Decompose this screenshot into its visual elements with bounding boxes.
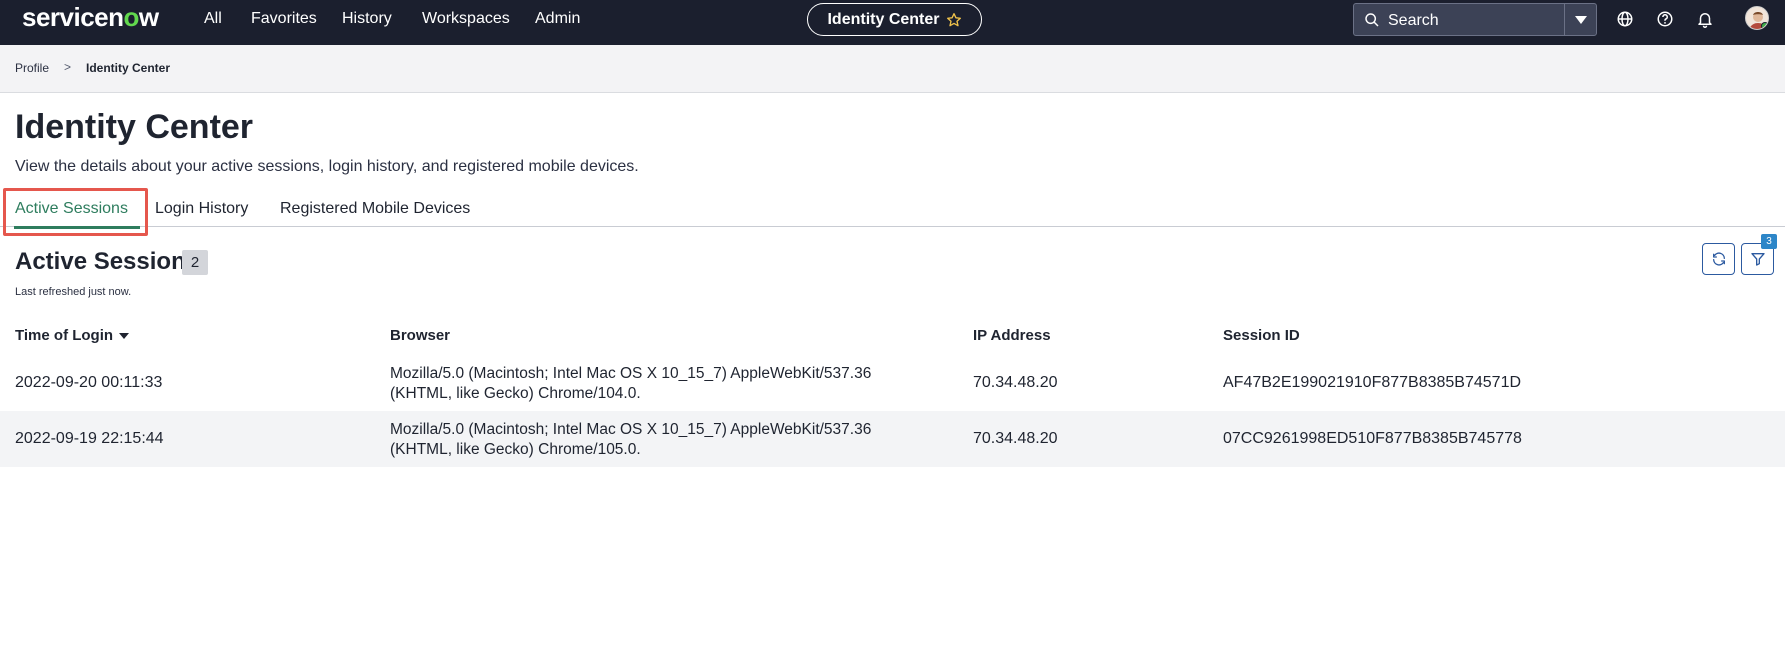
user-avatar[interactable] — [1745, 6, 1769, 30]
nav-admin[interactable]: Admin — [535, 10, 580, 28]
search-icon — [1365, 13, 1379, 27]
cell-time-of-login: 2022-09-20 00:11:33 — [15, 374, 163, 391]
session-count-badge: 2 — [182, 250, 208, 275]
browser-line-1: Mozilla/5.0 (Macintosh; Intel Mac OS X 1… — [390, 365, 872, 382]
nav-all[interactable]: All — [204, 10, 222, 28]
browser-line-2: (KHTML, like Gecko) Chrome/105.0. — [390, 441, 641, 458]
nav-favorites[interactable]: Favorites — [251, 10, 317, 28]
globe-icon[interactable] — [1616, 10, 1634, 28]
search-scope-dropdown[interactable] — [1564, 4, 1596, 35]
global-search[interactable]: Search — [1353, 3, 1597, 36]
nav-workspaces[interactable]: Workspaces — [422, 10, 510, 28]
page-title: Identity Center — [15, 108, 254, 146]
column-header-time-of-login[interactable]: Time of Login — [15, 327, 130, 344]
page-description: View the details about your active sessi… — [15, 158, 639, 175]
context-pill-label: Identity Center — [827, 10, 940, 28]
tab-divider — [0, 226, 1785, 227]
cell-time-of-login: 2022-09-19 22:15:44 — [15, 430, 164, 447]
chevron-down-icon — [1574, 15, 1587, 24]
cell-browser: Mozilla/5.0 (Macintosh; Intel Mac OS X 1… — [390, 364, 950, 404]
tab-focus-highlight — [3, 188, 148, 236]
cell-browser: Mozilla/5.0 (Macintosh; Intel Mac OS X 1… — [390, 420, 950, 460]
filter-count-badge: 3 — [1761, 234, 1777, 249]
nav-history[interactable]: History — [342, 10, 392, 28]
star-icon[interactable] — [946, 12, 962, 28]
browser-line-2: (KHTML, like Gecko) Chrome/104.0. — [390, 385, 641, 402]
cell-session-id: 07CC9261998ED510F877B8385B745778 — [1223, 430, 1522, 447]
presence-indicator — [1761, 22, 1768, 29]
cell-session-id: AF47B2E199021910F877B8385B74571D — [1223, 374, 1522, 391]
sort-desc-icon — [119, 333, 130, 340]
search-input[interactable]: Search — [1388, 12, 1439, 30]
table-row: 2022-09-20 00:11:33 Mozilla/5.0 (Macinto… — [0, 355, 1785, 411]
refresh-icon — [1712, 252, 1725, 266]
cell-ip-address: 70.34.48.20 — [973, 430, 1058, 447]
servicenow-logo[interactable]: servicenow — [22, 2, 159, 33]
column-header-session-id: Session ID — [1223, 327, 1300, 344]
breadcrumb-profile[interactable]: Profile — [15, 61, 49, 75]
top-navigation-bar: servicenow All Favorites History Workspa… — [0, 0, 1785, 45]
bell-icon[interactable] — [1696, 10, 1714, 28]
cell-ip-address: 70.34.48.20 — [973, 374, 1058, 391]
section-title: Active Sessions — [15, 248, 200, 275]
column-header-ip-address: IP Address — [973, 327, 1051, 344]
table-row: 2022-09-19 22:15:44 Mozilla/5.0 (Macinto… — [0, 411, 1785, 467]
help-icon[interactable] — [1656, 10, 1674, 28]
refresh-button[interactable] — [1702, 243, 1735, 275]
column-header-browser: Browser — [390, 327, 451, 344]
breadcrumb-identity-center: Identity Center — [86, 61, 171, 75]
tab-registered-mobile-devices[interactable]: Registered Mobile Devices — [280, 200, 470, 218]
filter-icon — [1750, 253, 1765, 266]
breadcrumb: Profile > Identity Center — [0, 45, 1785, 93]
browser-line-1: Mozilla/5.0 (Macintosh; Intel Mac OS X 1… — [390, 421, 872, 438]
breadcrumb-separator: > — [64, 60, 72, 74]
tab-login-history[interactable]: Login History — [155, 200, 248, 218]
context-pill-identity-center[interactable]: Identity Center — [807, 3, 982, 36]
last-refreshed-text: Last refreshed just now. — [15, 286, 132, 298]
